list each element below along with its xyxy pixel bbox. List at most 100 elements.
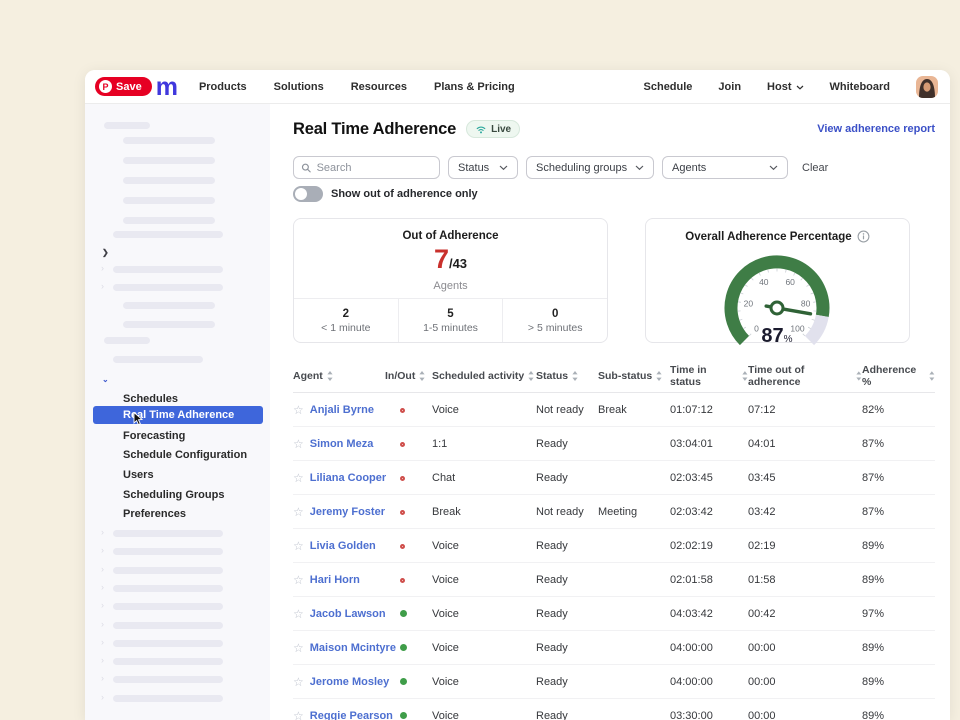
- agent-link[interactable]: Maison Mcintyre: [310, 642, 396, 654]
- sort-icon[interactable]: [419, 371, 425, 381]
- sort-icon[interactable]: [572, 371, 578, 381]
- info-icon[interactable]: [857, 230, 870, 243]
- in-adherence-dot: [400, 712, 407, 719]
- search-icon: [301, 162, 312, 174]
- time-out-of-adherence-cell: 03:45: [748, 472, 862, 484]
- avatar[interactable]: [916, 76, 938, 98]
- agent-link[interactable]: Jeremy Foster: [310, 506, 385, 518]
- nav-item-products[interactable]: Products: [199, 81, 247, 93]
- column-header-adherence[interactable]: Adherence %: [862, 364, 935, 388]
- agent-link[interactable]: Livia Golden: [310, 540, 376, 552]
- sort-icon[interactable]: [929, 371, 935, 381]
- scheduled-activity-cell: Voice: [432, 642, 536, 654]
- column-header-sub-status[interactable]: Sub-status: [598, 370, 670, 382]
- bucket-value: 2: [294, 308, 398, 320]
- column-header-agent[interactable]: Agent: [293, 370, 385, 382]
- agent-cell: ☆ Livia Golden: [293, 540, 385, 552]
- sidebar-item-preferences[interactable]: Preferences: [93, 505, 263, 523]
- time-in-status-cell: 01:07:12: [670, 404, 748, 416]
- skeleton-bar: [113, 284, 223, 291]
- column-header-time-in-status[interactable]: Time in status: [670, 364, 748, 388]
- clear-filters-button[interactable]: Clear: [802, 162, 828, 174]
- pinterest-save-button[interactable]: P Save: [95, 77, 152, 96]
- adherence-cell: 89%: [862, 642, 935, 654]
- inout-cell: [385, 438, 432, 450]
- column-header-in-out[interactable]: In/Out: [385, 370, 432, 382]
- sidebar-item-scheduling-groups[interactable]: Scheduling Groups: [93, 486, 263, 504]
- star-icon[interactable]: ☆: [293, 608, 304, 620]
- star-icon[interactable]: ☆: [293, 710, 304, 720]
- table-row: ☆Liliana CooperChatReady02:03:4503:4587%: [293, 461, 935, 495]
- scheduled-activity-cell: Voice: [432, 608, 536, 620]
- agent-link[interactable]: Simon Meza: [310, 438, 374, 450]
- skeleton-chevron: ›: [101, 529, 104, 536]
- status-cell: Ready: [536, 676, 598, 688]
- filter-dropdown-agents[interactable]: Agents: [662, 156, 788, 179]
- sidebar-row-workforce-management[interactable]: ⌄: [85, 370, 270, 388]
- agent-link[interactable]: Jacob Lawson: [310, 608, 386, 620]
- scheduled-activity-cell: Break: [432, 506, 536, 518]
- nav-item-solutions[interactable]: Solutions: [274, 81, 324, 93]
- scheduled-activity-cell: Voice: [432, 710, 536, 720]
- nav-item-plans-pricing[interactable]: Plans & Pricing: [434, 81, 515, 93]
- table-row: ☆Reggie PearsonVoiceReady03:30:0000:0089…: [293, 699, 935, 720]
- skeleton-bar: [104, 122, 150, 129]
- scheduled-activity-cell: Voice: [432, 540, 536, 552]
- skeleton-bar: [113, 695, 223, 702]
- sidebar-item-real-time-adherence[interactable]: Real Time Adherence: [93, 406, 263, 424]
- star-icon[interactable]: ☆: [293, 574, 304, 586]
- app-logo[interactable]: m: [156, 77, 177, 97]
- sort-icon[interactable]: [327, 371, 333, 381]
- agent-link[interactable]: Anjali Byrne: [310, 404, 374, 416]
- nav-item-host[interactable]: Host: [767, 81, 803, 93]
- inout-cell: [385, 472, 432, 484]
- skeleton-bar: [113, 658, 223, 665]
- nav-item-label: Schedule: [644, 81, 693, 93]
- column-header-status[interactable]: Status: [536, 370, 598, 382]
- agent-cell: ☆ Anjali Byrne: [293, 404, 385, 416]
- filter-dropdown-scheduling-groups[interactable]: Scheduling groups: [526, 156, 654, 179]
- nav-item-label: Host: [767, 81, 791, 93]
- star-icon[interactable]: ☆: [293, 404, 304, 416]
- search-input[interactable]: [317, 162, 432, 174]
- nav-item-schedule[interactable]: Schedule: [644, 81, 693, 93]
- skeleton-chevron: ›: [101, 283, 104, 290]
- sidebar-item-forecasting[interactable]: Forecasting: [93, 427, 263, 445]
- filter-dropdown-status[interactable]: Status: [448, 156, 518, 179]
- star-icon[interactable]: ☆: [293, 540, 304, 552]
- sidebar-row-quality-management[interactable]: ❯: [85, 243, 270, 261]
- nav-item-whiteboard[interactable]: Whiteboard: [830, 81, 891, 93]
- nav-item-resources[interactable]: Resources: [351, 81, 407, 93]
- agent-link[interactable]: Liliana Cooper: [310, 472, 386, 484]
- star-icon[interactable]: ☆: [293, 472, 304, 484]
- out-of-adherence-unit: Agents: [294, 280, 607, 292]
- star-icon[interactable]: ☆: [293, 506, 304, 518]
- sort-icon[interactable]: [528, 371, 534, 381]
- agent-link[interactable]: Reggie Pearson: [310, 710, 393, 720]
- out-of-adherence-dot: [400, 578, 405, 583]
- view-adherence-report-link[interactable]: View adherence report: [817, 123, 935, 135]
- column-header-scheduled-activity[interactable]: Scheduled activity: [432, 370, 536, 382]
- skeleton-bar: [113, 548, 223, 555]
- time-out-of-adherence-cell: 00:00: [748, 676, 862, 688]
- primary-nav: Products Solutions Resources Plans & Pricin…: [199, 81, 515, 93]
- adherence-toggle-row: Show out of adherence only: [293, 185, 935, 203]
- column-header-time-out-of-adherence[interactable]: Time out of adherence: [748, 364, 862, 388]
- star-icon[interactable]: ☆: [293, 438, 304, 450]
- agent-link[interactable]: Hari Horn: [310, 574, 360, 586]
- agent-link[interactable]: Jerome Mosley: [310, 676, 389, 688]
- star-icon[interactable]: ☆: [293, 676, 304, 688]
- toggle-label: Show out of adherence only: [331, 188, 478, 200]
- sort-icon[interactable]: [656, 371, 662, 381]
- sidebar-item-users[interactable]: Users: [93, 466, 263, 484]
- skeleton-chevron: ›: [101, 265, 104, 272]
- sidebar-item-schedule-configuration[interactable]: Schedule Configuration: [93, 446, 263, 464]
- out-of-adherence-card: Out of Adherence 7/43 Agents 2< 1 minute…: [293, 218, 608, 343]
- inout-cell: [385, 608, 432, 620]
- show-out-of-adherence-toggle[interactable]: [293, 186, 323, 202]
- star-icon[interactable]: ☆: [293, 642, 304, 654]
- scheduled-activity-cell: Voice: [432, 404, 536, 416]
- overall-adherence-card: Overall Adherence Percentage 02040608010…: [645, 218, 910, 343]
- nav-item-join[interactable]: Join: [718, 81, 741, 93]
- status-cell: Ready: [536, 438, 598, 450]
